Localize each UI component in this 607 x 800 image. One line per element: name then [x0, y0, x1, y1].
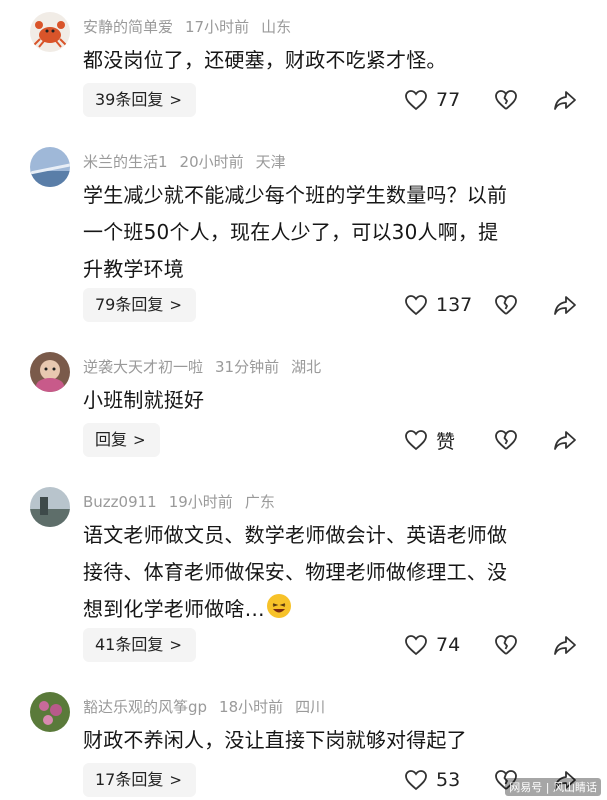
username[interactable]: Buzz0911 [83, 493, 157, 511]
comment-line: 想到化学老师做啥… [83, 597, 265, 621]
comment-meta: 逆袭大天才初一啦 31分钟前 湖北 [83, 356, 333, 377]
timestamp: 19小时前 [168, 493, 233, 511]
heart-icon [405, 770, 427, 791]
like-count: 53 [436, 769, 461, 791]
timestamp: 20小时前 [179, 153, 244, 171]
share-icon[interactable] [553, 428, 577, 452]
laughing-emoji-icon [266, 594, 291, 618]
username[interactable]: 米兰的生活1 [83, 153, 168, 171]
heart-icon [405, 635, 427, 656]
reply-label: 41条回复 [95, 635, 164, 654]
chevron-right-icon: > [169, 91, 182, 109]
timestamp: 18小时前 [219, 698, 284, 716]
like-count: 77 [436, 89, 461, 111]
reply-label: 17条回复 [95, 770, 164, 789]
like-count: 赞 [436, 430, 456, 453]
comment-meta: Buzz0911 19小时前 广东 [83, 491, 287, 512]
chevron-right-icon: > [169, 636, 182, 654]
comment-text: 小班制就挺好 [83, 382, 583, 419]
comment-line: 升教学环境 [83, 257, 184, 281]
broken-heart-icon[interactable] [494, 633, 518, 657]
comment-text: 都没岗位了，还硬塞，财政不吃紧才怪。 [83, 42, 583, 79]
landscape-avatar[interactable] [30, 487, 70, 527]
reply-button[interactable]: 回复 > [83, 423, 160, 457]
comment-line: 一个班50个人，现在人少了，可以30人啊，提 [83, 220, 499, 244]
comment-text: 学生减少就不能减少每个班的学生数量吗？以前 一个班50个人，现在人少了，可以30… [83, 177, 583, 288]
comment-meta: 米兰的生活1 20小时前 天津 [83, 151, 298, 172]
chevron-right-icon: > [169, 771, 182, 789]
share-icon[interactable] [553, 633, 577, 657]
comment-line: 都没岗位了，还硬塞，财政不吃紧才怪。 [83, 48, 447, 72]
share-icon[interactable] [553, 293, 577, 317]
comment-text: 语文老师做文员、数学老师做会计、英语老师做 接待、体育老师做保安、物理老师做修理… [83, 517, 583, 628]
like-button[interactable]: 77 [404, 85, 460, 115]
doll-avatar[interactable] [30, 352, 70, 392]
watermark: 网易号 | 风山睛话 [505, 778, 601, 796]
comment-line: 语文老师做文员、数学老师做会计、英语老师做 [83, 523, 508, 547]
view-replies-button[interactable]: 41条回复 > [83, 628, 196, 662]
comment-line: 学生减少就不能减少每个班的学生数量吗？以前 [83, 183, 508, 207]
chevron-right-icon: > [169, 296, 182, 314]
comment-text: 财政不养闲人，没让直接下岗就够对得起了 [83, 722, 583, 759]
comment-line-with-emoji: 想到化学老师做啥… [83, 591, 583, 628]
heart-icon [405, 430, 427, 451]
chevron-right-icon: > [133, 431, 146, 449]
comment-actions: 41条回复 > 74 [0, 628, 607, 664]
location: 四川 [295, 698, 326, 716]
timestamp: 31分钟前 [215, 358, 280, 376]
comment-line: 财政不养闲人，没让直接下岗就够对得起了 [83, 728, 467, 752]
like-button[interactable]: 赞 [404, 425, 455, 455]
view-replies-button[interactable]: 39条回复 > [83, 83, 196, 117]
comment-meta: 豁达乐观的风筝gp 18小时前 四川 [83, 696, 337, 717]
location: 湖北 [291, 358, 322, 376]
reply-label: 回复 [95, 430, 128, 449]
heart-icon [405, 90, 427, 111]
broken-heart-icon[interactable] [494, 293, 518, 317]
comment-actions: 39条回复 > 77 [0, 83, 607, 119]
like-count: 137 [436, 294, 473, 316]
comment-line: 小班制就挺好 [83, 388, 205, 412]
username[interactable]: 安静的简单爱 [83, 18, 173, 36]
like-count: 74 [436, 634, 461, 656]
crab-avatar[interactable] [30, 12, 70, 52]
like-button[interactable]: 53 [404, 765, 460, 795]
like-button[interactable]: 137 [404, 290, 472, 320]
timestamp: 17小时前 [185, 18, 250, 36]
reply-label: 39条回复 [95, 90, 164, 109]
comment-meta: 安静的简单爱 17小时前 山东 [83, 16, 303, 37]
location: 天津 [255, 153, 286, 171]
location: 广东 [244, 493, 275, 511]
broken-heart-icon[interactable] [494, 88, 518, 112]
like-button[interactable]: 74 [404, 630, 460, 660]
reply-label: 79条回复 [95, 295, 164, 314]
username[interactable]: 逆袭大天才初一啦 [83, 358, 203, 376]
heart-icon [405, 295, 427, 316]
view-replies-button[interactable]: 17条回复 > [83, 763, 196, 797]
share-icon[interactable] [553, 88, 577, 112]
comment-line: 接待、体育老师做保安、物理老师做修理工、没 [83, 560, 508, 584]
comment-actions: 回复 > 赞 [0, 423, 607, 459]
sky-avatar[interactable] [30, 147, 70, 187]
username[interactable]: 豁达乐观的风筝gp [83, 698, 207, 716]
comment-actions: 79条回复 > 137 [0, 288, 607, 324]
location: 山东 [261, 18, 292, 36]
view-replies-button[interactable]: 79条回复 > [83, 288, 196, 322]
flower-avatar[interactable] [30, 692, 70, 732]
broken-heart-icon[interactable] [494, 428, 518, 452]
